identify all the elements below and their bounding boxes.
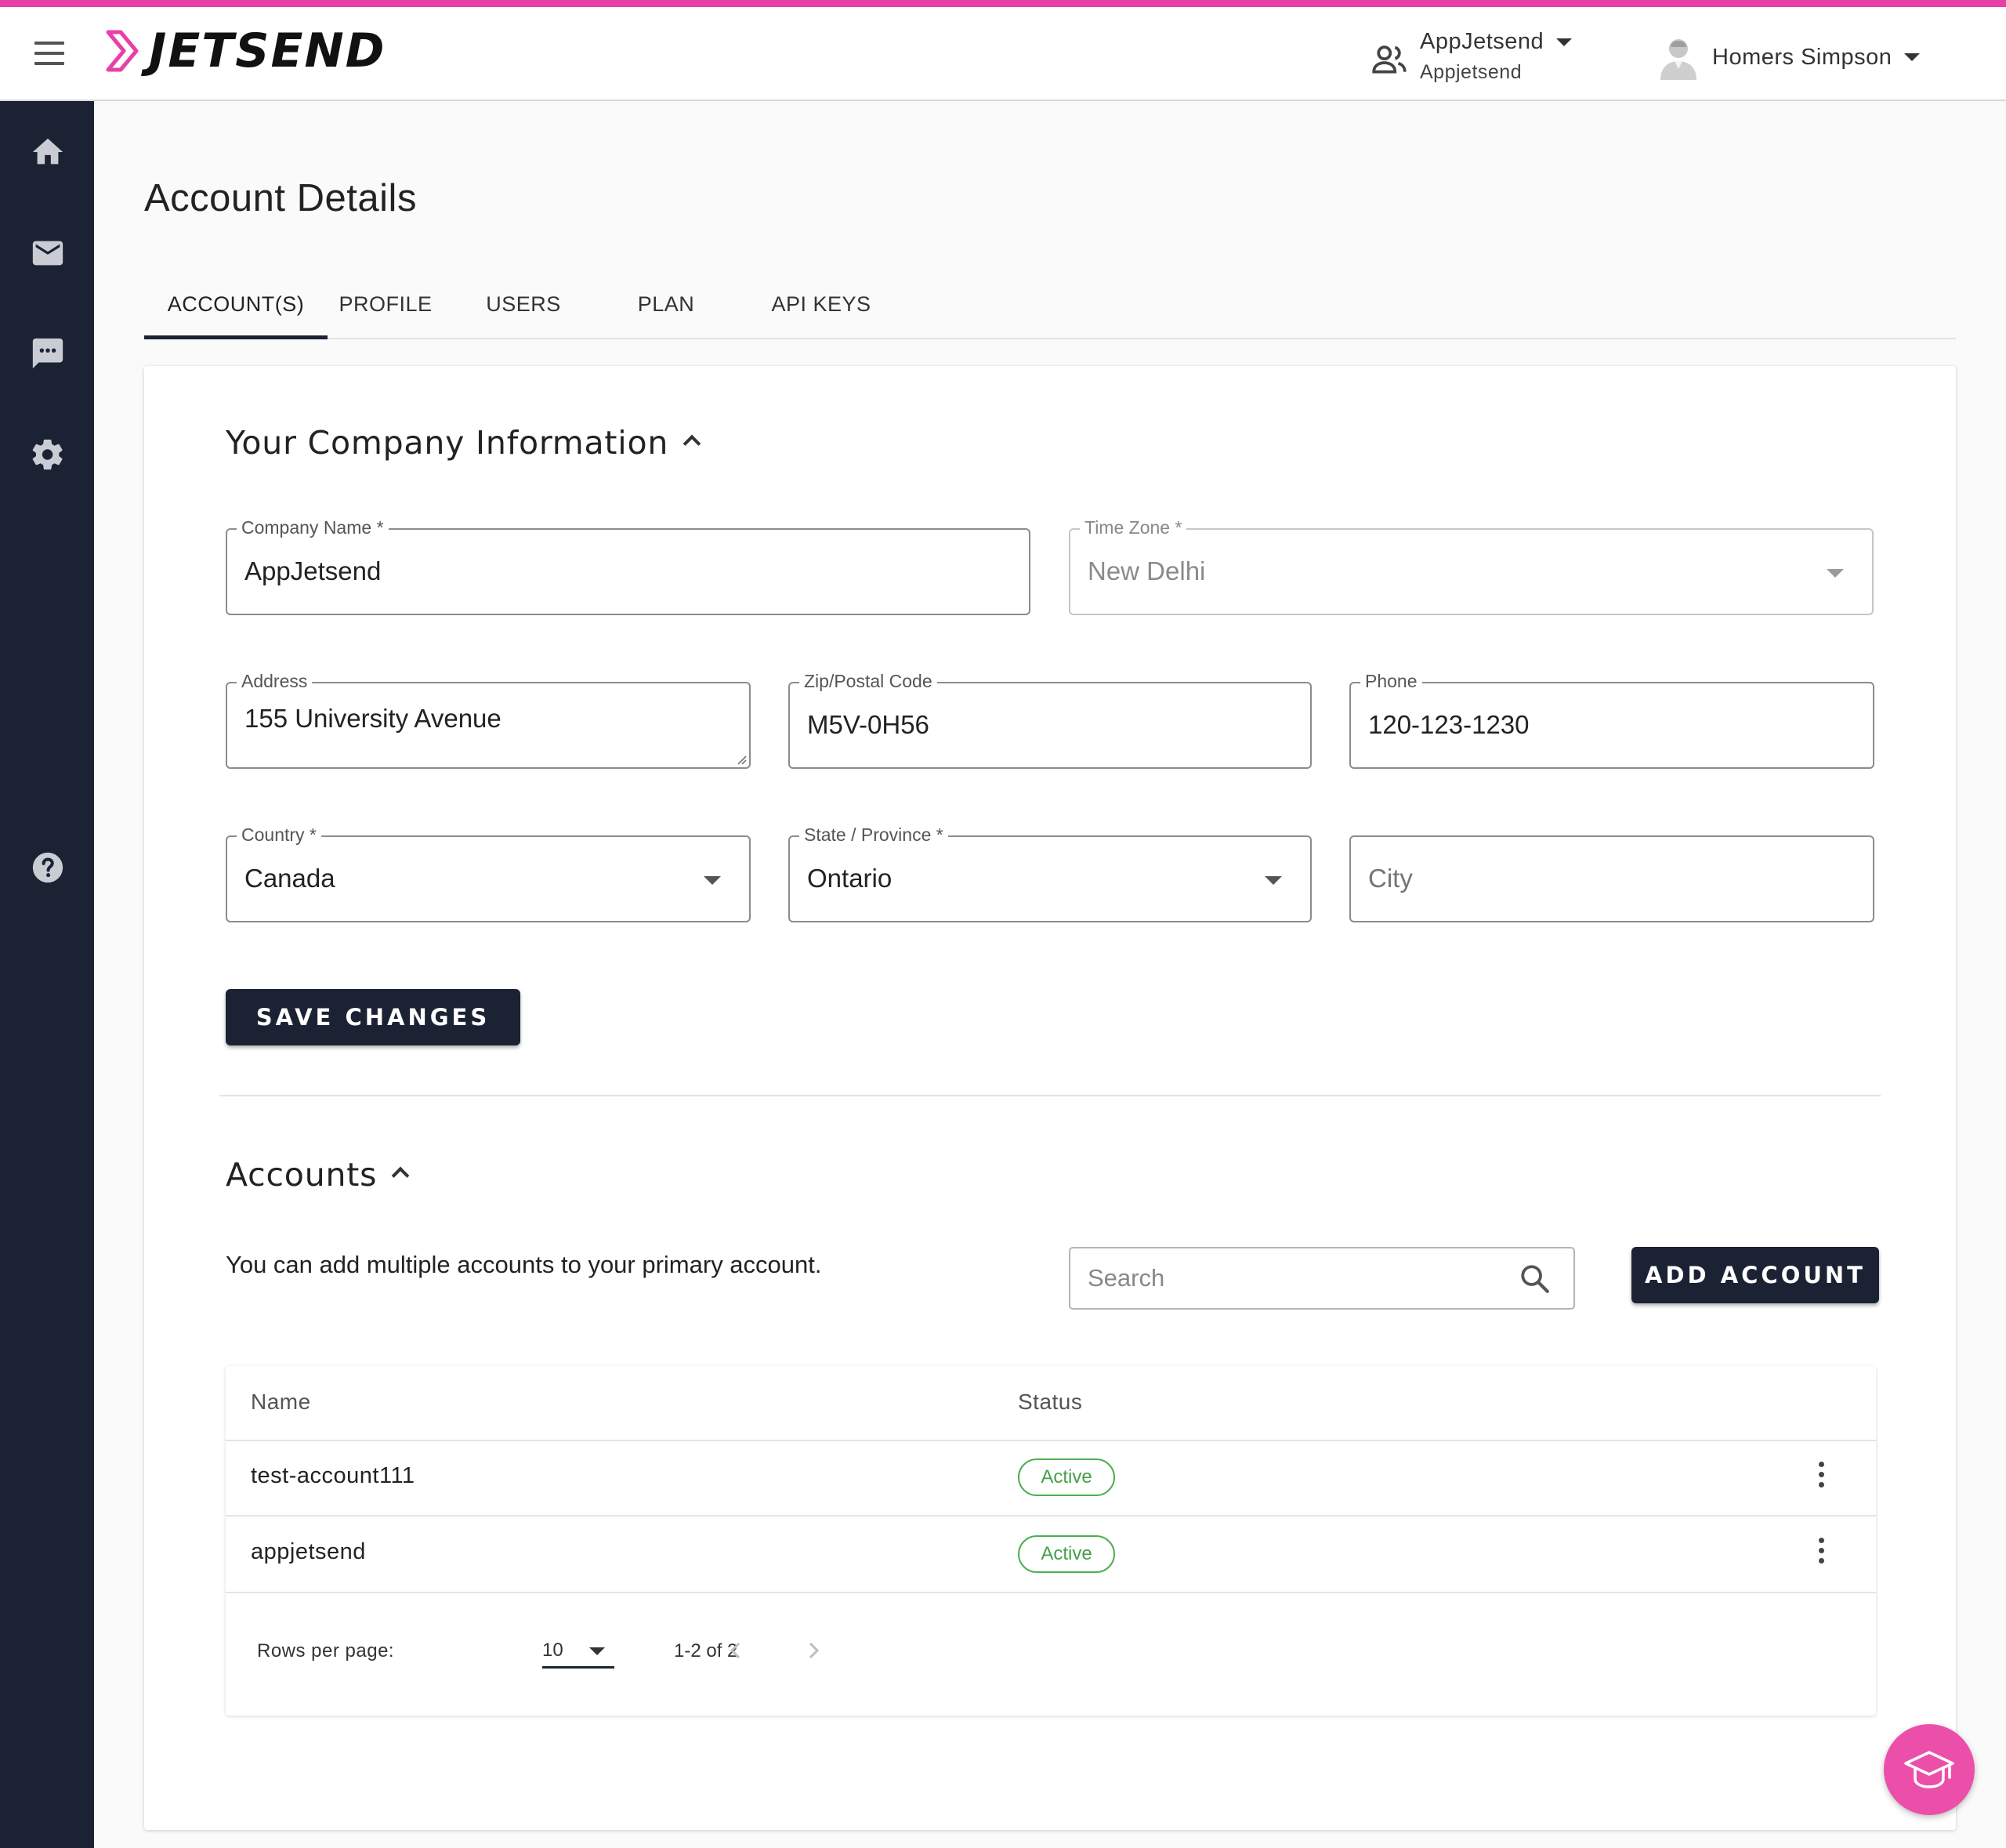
column-header-name[interactable]: Name — [251, 1390, 311, 1415]
row-divider — [226, 1515, 1876, 1516]
chat-icon[interactable] — [30, 335, 66, 371]
top-accent-bar — [0, 0, 2006, 7]
company-name-input[interactable] — [244, 556, 976, 586]
sidebar — [0, 101, 94, 1848]
org-switcher[interactable]: AppJetsend Appjetsend — [1370, 29, 1573, 92]
tab-users[interactable]: USERS — [470, 272, 577, 339]
row-divider — [226, 1440, 1876, 1441]
logo-chevron-icon — [106, 30, 139, 72]
country-select[interactable]: Country * Canada — [226, 824, 751, 922]
avatar — [1660, 39, 1696, 80]
chevron-down-icon — [1827, 569, 1844, 578]
address-input[interactable] — [244, 704, 696, 734]
org-subtitle: Appjetsend — [1420, 61, 1523, 83]
user-menu[interactable]: Homers Simpson — [1657, 34, 1921, 81]
chevron-right-icon[interactable] — [802, 1637, 825, 1664]
country-label: Country * — [237, 824, 321, 846]
main-content: Account Details ACCOUNT(S) PROFILE USERS… — [94, 101, 2006, 1848]
city-field[interactable] — [1349, 835, 1874, 922]
resize-handle-icon[interactable] — [734, 752, 747, 765]
zip-label: Zip/Postal Code — [799, 671, 937, 692]
time-zone-select[interactable]: Time Zone * New Delhi — [1069, 517, 1874, 615]
company-section-title: Your Company Information — [226, 424, 669, 462]
add-account-button[interactable]: ADD ACCOUNT — [1631, 1247, 1879, 1303]
tab-bar: ACCOUNT(S) PROFILE USERS PLAN API KEYS — [144, 272, 1956, 339]
zip-input[interactable] — [807, 710, 1257, 740]
people-icon — [1372, 45, 1407, 74]
more-vert-icon[interactable] — [1813, 1538, 1829, 1569]
status-badge: Active — [1018, 1458, 1115, 1496]
account-name: test-account111 — [251, 1463, 415, 1488]
time-zone-label: Time Zone * — [1080, 517, 1187, 538]
home-icon[interactable] — [30, 134, 66, 170]
rows-per-page-select[interactable]: 10 — [542, 1632, 614, 1669]
more-vert-icon[interactable] — [1813, 1462, 1829, 1493]
graduation-cap-icon — [1904, 1751, 1954, 1788]
phone-label: Phone — [1360, 671, 1422, 692]
accounts-description: You can add multiple accounts to your pr… — [226, 1251, 822, 1278]
mail-icon[interactable] — [30, 235, 66, 271]
account-card: Your Company Information Company Name * … — [144, 366, 1956, 1830]
chevron-down-icon — [1556, 38, 1573, 47]
tab-plan[interactable]: PLAN — [613, 272, 719, 339]
gear-icon[interactable] — [30, 437, 66, 473]
zip-field[interactable]: Zip/Postal Code — [788, 671, 1312, 769]
logo-text: JETSEND — [149, 24, 386, 78]
phone-field[interactable]: Phone — [1349, 671, 1874, 769]
status-badge: Active — [1018, 1535, 1115, 1573]
country-value: Canada — [244, 864, 335, 893]
time-zone-value: New Delhi — [1088, 556, 1206, 585]
save-changes-button[interactable]: SAVE CHANGES — [226, 989, 520, 1045]
accounts-section-title: Accounts — [226, 1156, 378, 1194]
search-field[interactable] — [1069, 1247, 1575, 1310]
tab-profile[interactable]: PROFILE — [332, 272, 439, 339]
rows-per-page-value: 10 — [542, 1640, 563, 1661]
city-input[interactable] — [1368, 864, 1820, 893]
chevron-down-icon — [704, 876, 721, 885]
company-section-toggle[interactable]: Your Company Information — [226, 424, 701, 462]
tab-accounts[interactable]: ACCOUNT(S) — [144, 272, 328, 339]
page-title: Account Details — [144, 177, 417, 219]
account-name: appjetsend — [251, 1539, 366, 1564]
state-label: State / Province * — [799, 824, 948, 846]
chevron-up-icon — [683, 434, 701, 453]
section-divider — [219, 1095, 1881, 1096]
address-label: Address — [237, 671, 313, 692]
chevron-left-icon[interactable] — [724, 1637, 748, 1664]
search-input[interactable] — [1088, 1264, 1495, 1292]
state-value: Ontario — [807, 864, 893, 893]
app-header: JETSEND AppJetsend Appjetsend Homers Sim… — [0, 7, 2006, 101]
chevron-up-icon — [391, 1166, 410, 1185]
accounts-table: Name Status test-account111 Active appje… — [226, 1366, 1876, 1716]
rows-per-page-label: Rows per page: — [257, 1640, 395, 1661]
chevron-down-icon — [1904, 53, 1921, 61]
chevron-down-icon — [1265, 876, 1282, 885]
company-name-label: Company Name * — [237, 517, 389, 538]
search-icon[interactable] — [1519, 1263, 1552, 1295]
accounts-section-toggle[interactable]: Accounts — [226, 1156, 410, 1194]
chevron-down-icon — [589, 1647, 605, 1655]
tutorial-fab[interactable] — [1884, 1724, 1975, 1815]
column-header-status[interactable]: Status — [1018, 1390, 1082, 1415]
row-divider — [226, 1592, 1876, 1593]
state-select[interactable]: State / Province * Ontario — [788, 824, 1312, 922]
user-name: Homers Simpson — [1712, 44, 1892, 70]
menu-icon[interactable] — [34, 42, 64, 65]
org-name: AppJetsend — [1420, 29, 1544, 54]
company-name-field[interactable]: Company Name * — [226, 517, 1030, 615]
help-icon[interactable] — [30, 850, 66, 886]
phone-input[interactable] — [1368, 710, 1820, 740]
tab-api-keys[interactable]: API KEYS — [752, 272, 890, 339]
jetsend-logo[interactable]: JETSEND — [105, 24, 386, 78]
address-field[interactable]: Address — [226, 671, 751, 769]
